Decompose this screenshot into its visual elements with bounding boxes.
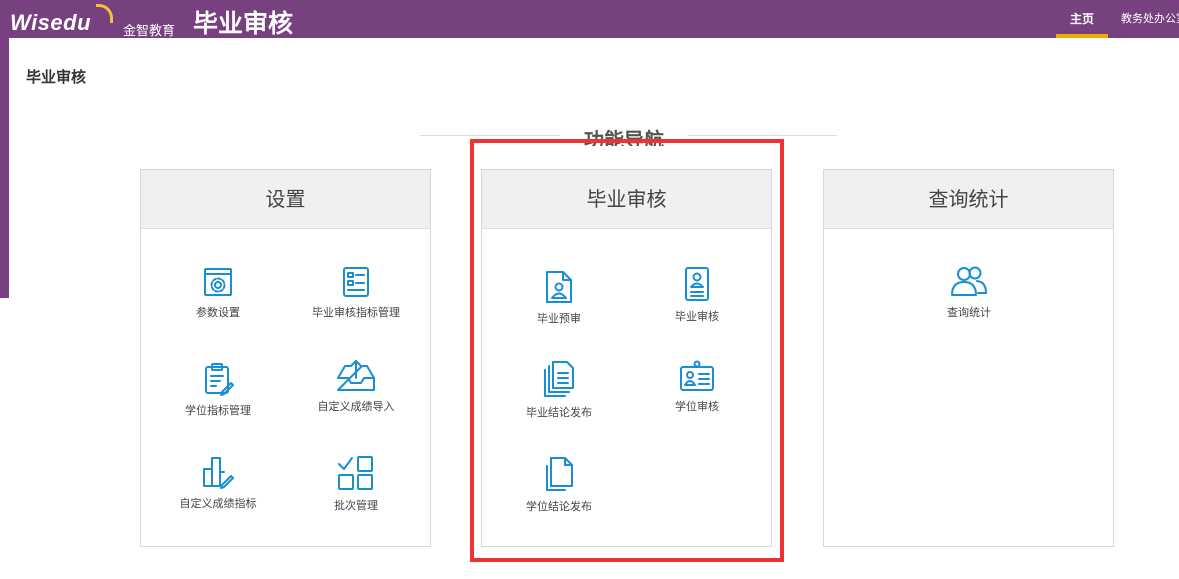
panel-title: 查询统计 xyxy=(824,170,1113,229)
item-label: 查询统计 xyxy=(947,306,991,319)
logo-swoosh-icon xyxy=(96,4,113,23)
wisedu-logo: Wisedu xyxy=(10,10,92,35)
item-label: 学位指标管理 xyxy=(185,404,251,417)
item-label: 自定义成绩导入 xyxy=(317,400,395,413)
item-label: 自定义成绩指标 xyxy=(179,497,257,510)
item-custom-score-indicator[interactable]: 自定义成绩指标 xyxy=(153,455,283,511)
left-rail xyxy=(0,38,9,298)
nav-office-tab[interactable]: 教务处办公室 xyxy=(1113,9,1179,29)
item-batch-mgmt[interactable]: 批次管理 xyxy=(291,455,421,513)
users-group-icon xyxy=(951,266,987,296)
item-label: 毕业审核指标管理 xyxy=(312,306,400,319)
item-query-stats[interactable]: 查询统计 xyxy=(904,264,1034,320)
gear-window-icon xyxy=(204,268,232,296)
item-grad-indicator-mgmt[interactable]: 毕业审核指标管理 xyxy=(291,266,421,320)
item-param-settings[interactable]: 参数设置 xyxy=(153,266,283,320)
clipboard-edit-icon xyxy=(205,363,234,396)
checklist-form-icon xyxy=(343,267,369,297)
brand-name: 金智教育 xyxy=(123,24,176,39)
panel-query-stats: 查询统计 查询统计 xyxy=(823,169,1114,547)
grid-check-icon xyxy=(338,456,373,490)
nav-home-tab[interactable]: 主页 xyxy=(1056,9,1108,38)
item-custom-score-import[interactable]: 自定义成绩导入 xyxy=(291,358,421,414)
system-title: 毕业审核 xyxy=(193,9,294,38)
page-title: 毕业审核 xyxy=(26,68,87,86)
panel-title: 设置 xyxy=(141,170,430,229)
top-bar: Wisedu 金智教育 毕业审核 主页 教务处办公室 xyxy=(0,0,1179,39)
item-label: 批次管理 xyxy=(334,499,378,512)
bars-pen-icon xyxy=(203,457,234,489)
item-degree-indicator-mgmt[interactable]: 学位指标管理 xyxy=(153,362,283,418)
highlight-box xyxy=(470,139,784,562)
item-label: 参数设置 xyxy=(196,306,240,319)
tray-upload-icon xyxy=(337,360,375,391)
panel-settings: 设置 参数设置 毕业审核指标管理 学位指标管理 自定义成绩导入 自定义成绩指标 … xyxy=(140,169,431,547)
